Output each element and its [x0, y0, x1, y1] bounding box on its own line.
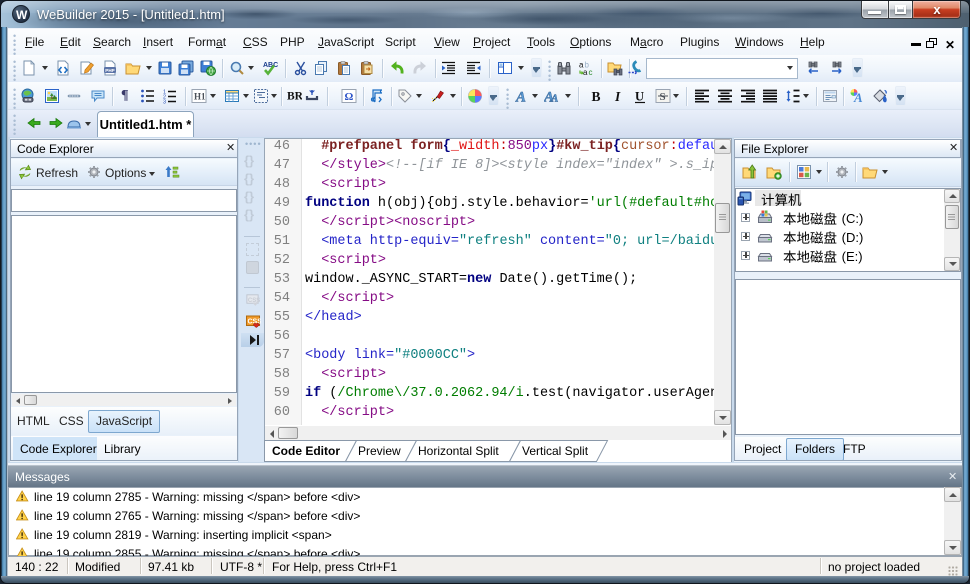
svg-text:c: c — [589, 68, 593, 76]
svg-text:3: 3 — [163, 100, 166, 105]
svg-text:B: B — [592, 89, 601, 104]
svg-text:A: A — [550, 93, 558, 105]
svg-text:A: A — [515, 90, 526, 105]
svg-text:H1: H1 — [194, 92, 206, 102]
svg-text:BR: BR — [287, 91, 302, 103]
svg-text:ABC: ABC — [263, 62, 278, 69]
svg-text:Ω: Ω — [345, 91, 354, 103]
svg-text:I: I — [614, 89, 621, 104]
svg-text:S: S — [660, 91, 666, 103]
svg-text:¶: ¶ — [121, 88, 129, 102]
svg-text:a: a — [583, 68, 588, 76]
svg-text:PHP: PHP — [105, 68, 114, 73]
svg-text:U: U — [635, 90, 644, 104]
